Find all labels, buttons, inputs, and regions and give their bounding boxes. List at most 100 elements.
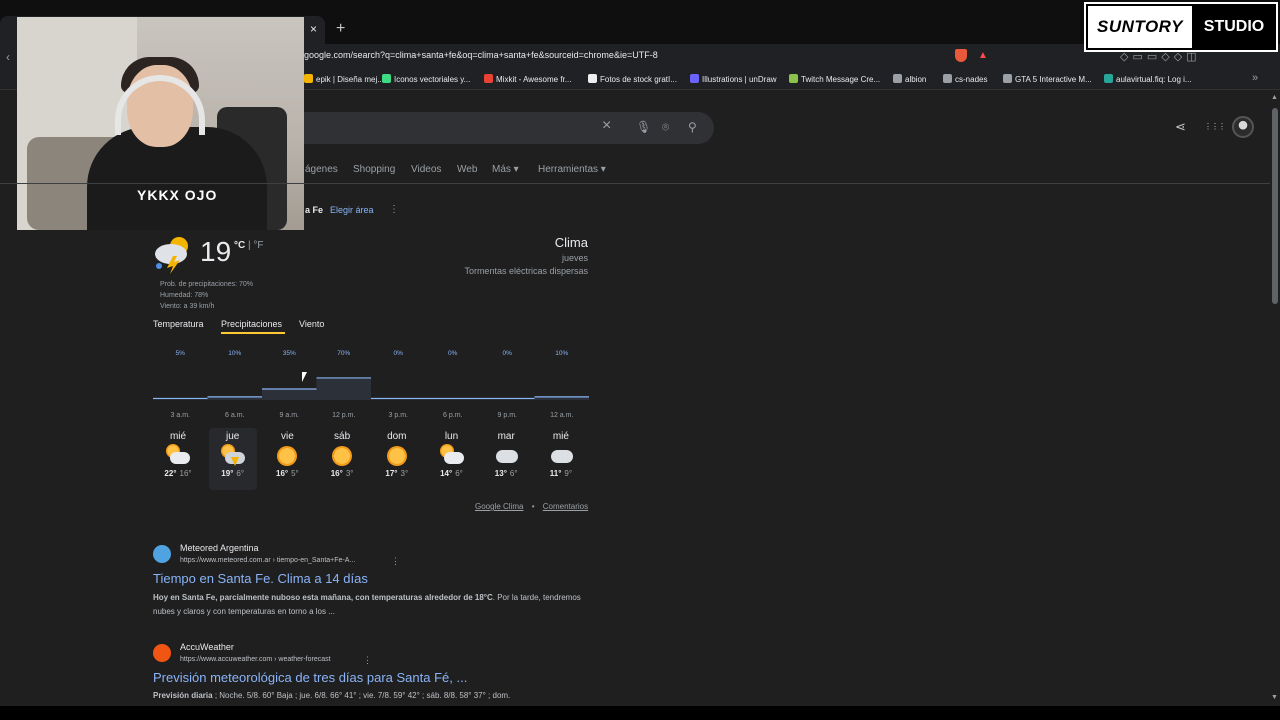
tab-videos[interactable]: Videos bbox=[411, 164, 441, 175]
forecast-day-name: lun bbox=[444, 431, 459, 442]
feedback-link[interactable]: Comentarios bbox=[543, 502, 588, 511]
avatar[interactable] bbox=[1232, 116, 1254, 138]
tab-precipitation[interactable]: Precipitaciones bbox=[221, 319, 282, 329]
scroll-thumb[interactable] bbox=[1272, 108, 1278, 304]
result-title[interactable]: Previsión meteorológica de tres días par… bbox=[153, 670, 467, 685]
forecast-day[interactable]: vie 16° 5° bbox=[263, 428, 311, 490]
scroll-up-icon[interactable]: ▲ bbox=[1271, 94, 1278, 101]
scroll-down-icon[interactable]: ▼ bbox=[1271, 694, 1278, 701]
daily-forecast: mié 22° 16° jue 19° 6° vie 16° 5° sáb 16° 3° dom 17° 3… bbox=[153, 428, 589, 490]
address-bar[interactable]: google.com/search?q=clima+santa+fe&oq=cl… bbox=[304, 50, 658, 60]
share-icon[interactable]: ⋖ bbox=[1175, 119, 1186, 135]
hour-tick-label: 6 p.m. bbox=[443, 412, 463, 419]
forecast-low: 3° bbox=[400, 469, 409, 478]
tab-close-icon[interactable]: × bbox=[310, 22, 317, 36]
result-url[interactable]: https://www.meteored.com.ar › tiempo-en_… bbox=[180, 557, 355, 564]
clear-search-icon[interactable]: × bbox=[602, 117, 611, 135]
result-url[interactable]: https://www.accuweather.com › weather-fo… bbox=[180, 656, 331, 663]
bookmark-label: GTA 5 Interactive M... bbox=[1015, 75, 1092, 84]
forecast-day[interactable]: lun 14° 6° bbox=[428, 428, 476, 490]
source-links: Google Clima • Comentarios bbox=[475, 502, 588, 511]
bookmark-item[interactable]: Twitch Message Cre... bbox=[789, 74, 880, 84]
forecast-low: 6° bbox=[509, 469, 518, 478]
forecast-day[interactable]: dom 17° 3° bbox=[373, 428, 421, 490]
lens-icon[interactable]: ⌾ bbox=[662, 120, 669, 135]
forecast-low: 6° bbox=[455, 469, 463, 478]
forecast-day[interactable]: mié 11° 9° bbox=[537, 428, 585, 490]
bookmark-icon bbox=[1104, 74, 1113, 83]
bookmark-icon bbox=[690, 74, 699, 83]
forecast-low: 6° bbox=[236, 469, 245, 478]
forecast-day-name: jue bbox=[226, 431, 240, 442]
accuweather-favicon bbox=[153, 644, 171, 662]
partly-sunny-icon bbox=[439, 444, 464, 466]
result-site[interactable]: Meteored Argentina bbox=[180, 543, 259, 553]
forecast-temps: 16° 5° bbox=[263, 469, 311, 478]
precip-bar bbox=[262, 388, 317, 400]
bookmark-item[interactable]: Fotos de stock gratI... bbox=[588, 74, 677, 84]
bookmark-item[interactable]: aulavirtual.fiq: Log i... bbox=[1104, 74, 1192, 84]
mouse-cursor bbox=[302, 372, 307, 382]
tab-shopping[interactable]: Shopping bbox=[353, 164, 395, 175]
result-title[interactable]: Tiempo en Santa Fe. Clima a 14 días bbox=[153, 571, 368, 586]
bookmark-label: Fotos de stock gratI... bbox=[600, 75, 677, 84]
bookmark-item[interactable]: cs-nades bbox=[943, 74, 987, 84]
result-snippet-bold: Hoy en Santa Fe, parcialmente nuboso est… bbox=[153, 593, 493, 602]
source-separator: • bbox=[531, 502, 535, 511]
forecast-temps: 13° 6° bbox=[482, 469, 530, 478]
mic-icon[interactable]: 🎙 bbox=[636, 120, 651, 134]
google-weather-link[interactable]: Google Clima bbox=[475, 502, 523, 511]
result-more-icon[interactable]: ⋮ bbox=[391, 556, 400, 567]
tab-web[interactable]: Web bbox=[457, 164, 477, 175]
forecast-day[interactable]: sáb 16° 3° bbox=[318, 428, 366, 490]
forecast-temps: 16° 3° bbox=[318, 469, 366, 478]
unit-celsius[interactable]: °C bbox=[234, 240, 245, 251]
bookmark-icon bbox=[382, 74, 391, 83]
precipitation-probability: Prob. de precipitaciones: 70% bbox=[160, 281, 253, 288]
bookmark-item[interactable]: Iconos vectoriales y... bbox=[382, 74, 470, 84]
hour-tick-label: 3 a.m. bbox=[171, 412, 191, 419]
bookmark-item[interactable]: Mixkit - Awesome fr... bbox=[484, 74, 571, 84]
result-snippet-bold: Previsión diaria bbox=[153, 691, 213, 700]
bookmark-item[interactable]: albion bbox=[893, 74, 926, 84]
forecast-day[interactable]: jue 19° 6° bbox=[208, 428, 257, 490]
bookmark-label: Illustrations | unDraw bbox=[702, 75, 777, 84]
forecast-day[interactable]: mié 22° 16° bbox=[154, 428, 202, 490]
result-snippet: Hoy en Santa Fe, parcialmente nuboso est… bbox=[153, 591, 593, 619]
tab-wind[interactable]: Viento bbox=[299, 319, 324, 329]
forecast-low: 3° bbox=[345, 469, 354, 478]
tab-more[interactable]: Más ▾ bbox=[492, 164, 519, 175]
forecast-low: 9° bbox=[564, 469, 573, 478]
back-icon[interactable]: ‹ bbox=[6, 50, 10, 64]
more-bookmarks-icon[interactable]: » bbox=[1252, 72, 1258, 84]
brave-shield-icon[interactable] bbox=[955, 49, 967, 62]
tab-tools[interactable]: Herramientas ▾ bbox=[538, 164, 606, 175]
result-more-icon[interactable]: ⋮ bbox=[363, 655, 372, 666]
result-site[interactable]: AccuWeather bbox=[180, 642, 234, 652]
new-tab-button[interactable]: + bbox=[336, 20, 345, 38]
rewards-icon[interactable]: ▲ bbox=[978, 50, 988, 61]
bookmark-item[interactable]: Illustrations | unDraw bbox=[690, 74, 777, 84]
bookmark-item[interactable]: epik | Diseña mej... bbox=[304, 74, 384, 84]
forecast-day[interactable]: mar 13° 6° bbox=[482, 428, 530, 490]
search-input[interactable] bbox=[304, 112, 714, 144]
sunny-icon bbox=[277, 446, 298, 466]
precip-value-label: 70% bbox=[337, 350, 350, 357]
forecast-high: 16° bbox=[276, 469, 289, 478]
choose-area-link[interactable]: Elegir área bbox=[330, 205, 374, 215]
hour-tick-label: 12 p.m. bbox=[332, 412, 355, 419]
bookmark-label: albion bbox=[905, 75, 927, 84]
bookmark-label: epik | Diseña mej... bbox=[316, 75, 384, 84]
tab-images[interactable]: ágenes bbox=[305, 164, 338, 175]
unit-fahrenheit[interactable]: °F bbox=[253, 240, 263, 251]
bookmark-item[interactable]: GTA 5 Interactive M... bbox=[1003, 74, 1092, 84]
apps-icon[interactable]: ⋮⋮⋮ bbox=[1204, 122, 1226, 131]
forecast-high: 13° bbox=[494, 469, 507, 478]
bookmark-icon bbox=[893, 74, 902, 83]
hour-tick-label: 6 a.m. bbox=[225, 412, 245, 419]
temperature-unit-toggle[interactable]: °C | °F bbox=[234, 240, 264, 251]
search-icon[interactable]: ⚲ bbox=[688, 120, 697, 134]
hour-tick-label: 12 a.m. bbox=[550, 412, 573, 419]
tab-temperature[interactable]: Temperatura bbox=[153, 319, 204, 329]
location-more-icon[interactable]: ⋮ bbox=[389, 204, 399, 215]
